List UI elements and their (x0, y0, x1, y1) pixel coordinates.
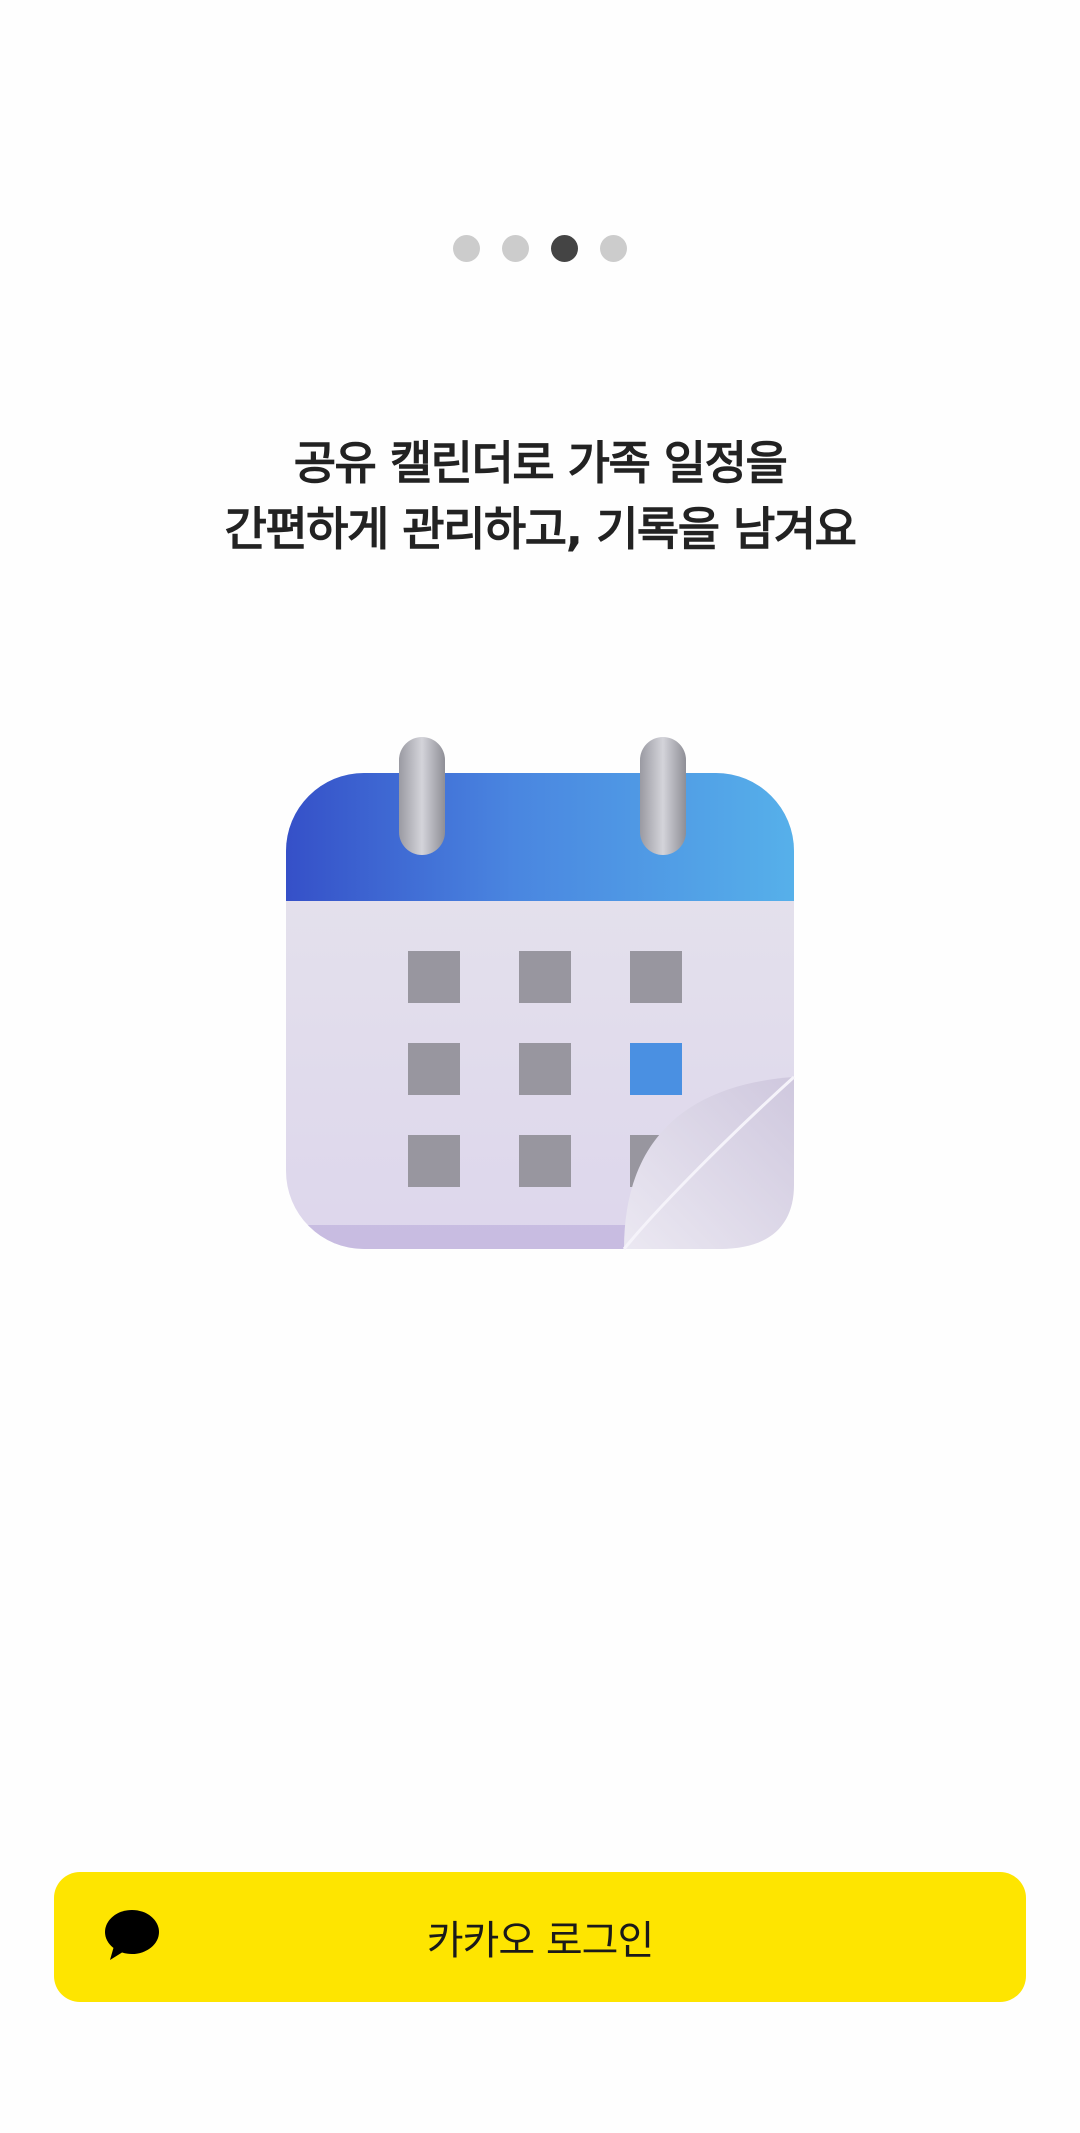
kakao-login-button[interactable]: 카카오 로그인 (54, 1872, 1026, 2002)
page-dot-3-active[interactable] (551, 235, 578, 262)
kakao-talk-bubble-icon (105, 1910, 159, 1960)
onboarding-screen: 공유 캘린더로 가족 일정을 간편하게 관리하고, 기록을 남겨요 카카오 로그… (0, 0, 1080, 2133)
headline-line-2: 간편하게 관리하고, 기록을 남겨요 (224, 502, 858, 556)
page-indicator (0, 235, 1080, 262)
page-dot-2[interactable] (502, 235, 529, 262)
onboarding-headline: 공유 캘린더로 가족 일정을 간편하게 관리하고, 기록을 남겨요 (0, 430, 1080, 562)
page-dot-1[interactable] (453, 235, 480, 262)
kakao-login-label: 카카오 로그인 (426, 1918, 655, 1964)
headline-line-1: 공유 캘린더로 가족 일정을 (293, 436, 788, 490)
page-dot-4[interactable] (600, 235, 627, 262)
calendar-icon (280, 725, 800, 1255)
